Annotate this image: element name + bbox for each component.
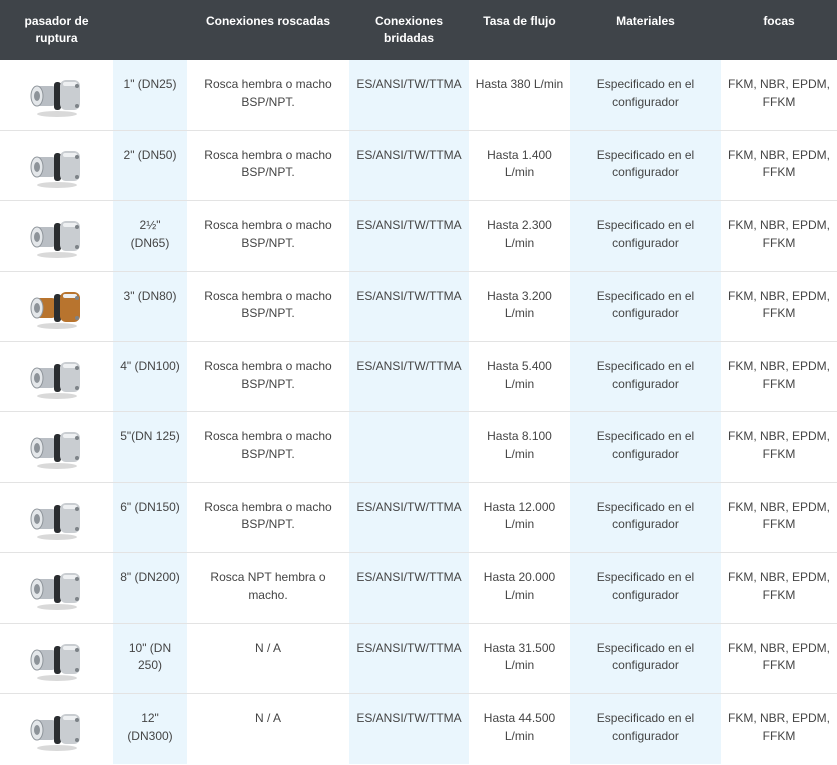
seals-cell: FKM, NBR, EPDM, FFKM bbox=[721, 130, 837, 202]
seals-cell: FKM, NBR, EPDM, FFKM bbox=[721, 341, 837, 413]
flanged-cell: ES/ANSI/TW/TTMA bbox=[349, 341, 469, 413]
flanged-cell: ES/ANSI/TW/TTMA bbox=[349, 271, 469, 343]
seals-cell: FKM, NBR, EPDM, FFKM bbox=[721, 411, 837, 483]
product-image-cell bbox=[0, 623, 113, 695]
product-image-cell bbox=[0, 271, 113, 343]
threaded-cell: Rosca hembra o macho BSP/NPT. bbox=[187, 411, 349, 483]
seals-cell: FKM, NBR, EPDM, FFKM bbox=[721, 623, 837, 695]
breakaway-coupling-icon bbox=[30, 573, 80, 611]
table-row: 5"(DN 125) Rosca hembra o macho BSP/NPT. H… bbox=[0, 411, 837, 483]
size-cell: 6" (DN150) bbox=[113, 482, 187, 554]
materials-cell: Especificado en el configurador bbox=[570, 693, 721, 764]
flanged-cell: ES/ANSI/TW/TTMA bbox=[349, 60, 469, 131]
breakaway-coupling-icon bbox=[30, 362, 80, 400]
flanged-cell bbox=[349, 411, 469, 483]
seals-cell: FKM, NBR, EPDM, FFKM bbox=[721, 60, 837, 131]
size-cell: 3" (DN80) bbox=[113, 271, 187, 343]
product-image-cell bbox=[0, 130, 113, 202]
flow-cell: Hasta 8.100 L/min bbox=[469, 411, 570, 483]
breakaway-coupling-icon bbox=[30, 150, 80, 188]
header-seals: focas bbox=[721, 0, 837, 60]
flanged-cell: ES/ANSI/TW/TTMA bbox=[349, 693, 469, 764]
breakaway-coupling-icon bbox=[30, 643, 80, 681]
materials-cell: Especificado en el configurador bbox=[570, 482, 721, 554]
header-flow: Tasa de flujo bbox=[469, 0, 570, 60]
materials-cell: Especificado en el configurador bbox=[570, 411, 721, 483]
header-materials: Materiales bbox=[570, 0, 721, 60]
product-image-cell bbox=[0, 552, 113, 624]
threaded-cell: N / A bbox=[254, 711, 281, 726]
product-image-cell bbox=[0, 200, 113, 272]
product-image-cell bbox=[0, 341, 113, 413]
table-row: 6" (DN150) Rosca hembra o macho BSP/NPT. E… bbox=[0, 482, 837, 554]
flanged-cell: ES/ANSI/TW/TTMA bbox=[349, 623, 469, 695]
seals-cell: FKM, NBR, EPDM, FFKM bbox=[721, 200, 837, 272]
materials-cell: Especificado en el configurador bbox=[570, 623, 721, 695]
size-cell: 12" (DN300) bbox=[113, 693, 187, 764]
threaded-cell: Rosca hembra o macho BSP/NPT. bbox=[187, 341, 349, 413]
flow-cell: Hasta 12.000 L/min bbox=[469, 482, 570, 554]
table-row: 1" (DN25) Rosca hembra o macho BSP/NPT. ES… bbox=[0, 60, 837, 131]
table-row: 8" (DN200) Rosca NPT hembra o macho. ES/AN… bbox=[0, 552, 837, 624]
size-cell: 2½" (DN65) bbox=[113, 200, 187, 272]
product-image-cell bbox=[0, 482, 113, 554]
threaded-cell: Rosca hembra o macho BSP/NPT. bbox=[187, 482, 349, 554]
materials-cell: Especificado en el configurador bbox=[570, 271, 721, 343]
threaded-cell: Rosca hembra o macho BSP/NPT. bbox=[187, 130, 349, 202]
threaded-cell: Rosca hembra o macho BSP/NPT. bbox=[187, 200, 349, 272]
size-cell: 4" (DN100) bbox=[113, 341, 187, 413]
product-image-cell bbox=[0, 60, 113, 131]
table-row: 4" (DN100) Rosca hembra o macho BSP/NPT. E… bbox=[0, 341, 837, 413]
table-row: 2" (DN50) Rosca hembra o macho BSP/NPT. ES… bbox=[0, 130, 837, 202]
materials-cell: Especificado en el configurador bbox=[570, 60, 721, 131]
size-cell: 2" (DN50) bbox=[113, 130, 187, 202]
flow-cell: Hasta 5.400 L/min bbox=[469, 341, 570, 413]
seals-cell: FKM, NBR, EPDM, FFKM bbox=[721, 482, 837, 554]
breakaway-coupling-icon bbox=[30, 221, 80, 259]
materials-cell: Especificado en el configurador bbox=[570, 200, 721, 272]
product-image-cell bbox=[0, 411, 113, 483]
flanged-cell: ES/ANSI/TW/TTMA bbox=[349, 482, 469, 554]
size-cell: 10" (DN 250) bbox=[113, 623, 187, 695]
breakaway-coupling-icon bbox=[30, 80, 80, 117]
table-row: 3" (DN80) Rosca hembra o macho BSP/NPT. ES… bbox=[0, 271, 837, 343]
flow-cell: Hasta 2.300 L/min bbox=[469, 200, 570, 272]
materials-cell: Especificado en el configurador bbox=[570, 341, 721, 413]
flow-cell: Hasta 3.200 L/min bbox=[469, 271, 570, 343]
flow-cell: Hasta 44.500 L/min bbox=[483, 711, 556, 743]
product-spec-table: pasador de ruptura Conexiones roscadas C… bbox=[0, 0, 837, 764]
header-pasador: pasador de ruptura bbox=[0, 0, 113, 60]
threaded-cell: Rosca NPT hembra o macho. bbox=[187, 552, 349, 624]
threaded-cell: Rosca hembra o macho BSP/NPT. bbox=[187, 60, 349, 131]
flanged-cell: ES/ANSI/TW/TTMA bbox=[349, 200, 469, 272]
table-row: 10" (DN 250) N / A ES/ANSI/TW/TTMA Hasta 31… bbox=[0, 623, 837, 695]
flanged-cell: ES/ANSI/TW/TTMA bbox=[349, 130, 469, 202]
header-threaded: Conexiones roscadas bbox=[187, 0, 349, 60]
seals-cell: FKM, NBR, EPDM, FFKM bbox=[721, 271, 837, 343]
table-row: 12" (DN300) N / A ES/ANSI/TW/TTMA Hasta 44.… bbox=[0, 693, 837, 764]
product-image-cell bbox=[0, 694, 113, 764]
size-cell: 8" (DN200) bbox=[113, 552, 187, 624]
header-size bbox=[113, 0, 187, 60]
threaded-cell: N / A bbox=[187, 623, 349, 695]
flanged-cell: ES/ANSI/TW/TTMA bbox=[349, 552, 469, 624]
flow-cell: Hasta 31.500 L/min bbox=[469, 623, 570, 695]
table-header-row: pasador de ruptura Conexiones roscadas C… bbox=[0, 0, 837, 60]
materials-cell: Especificado en el configurador bbox=[570, 130, 721, 202]
materials-cell: Especificado en el configurador bbox=[570, 552, 721, 624]
flow-cell: Hasta 20.000 L/min bbox=[469, 552, 570, 624]
flow-cell: Hasta 1.400 L/min bbox=[469, 130, 570, 202]
seals-cell: FKM, NBR, EPDM, FFKM bbox=[727, 711, 830, 743]
size-cell: 1" (DN25) bbox=[113, 60, 187, 131]
breakaway-coupling-icon bbox=[30, 291, 80, 329]
breakaway-coupling-icon bbox=[30, 432, 80, 470]
flow-cell: Hasta 380 L/min bbox=[469, 60, 570, 131]
breakaway-coupling-icon bbox=[30, 502, 80, 540]
threaded-cell: Rosca hembra o macho BSP/NPT. bbox=[187, 271, 349, 343]
table-row: 2½" (DN65) Rosca hembra o macho BSP/NPT. E… bbox=[0, 200, 837, 272]
header-flanged: Conexiones bridadas bbox=[349, 0, 469, 60]
breakaway-coupling-icon bbox=[30, 714, 80, 752]
size-cell: 5"(DN 125) bbox=[113, 411, 187, 483]
seals-cell: FKM, NBR, EPDM, FFKM bbox=[721, 552, 837, 624]
